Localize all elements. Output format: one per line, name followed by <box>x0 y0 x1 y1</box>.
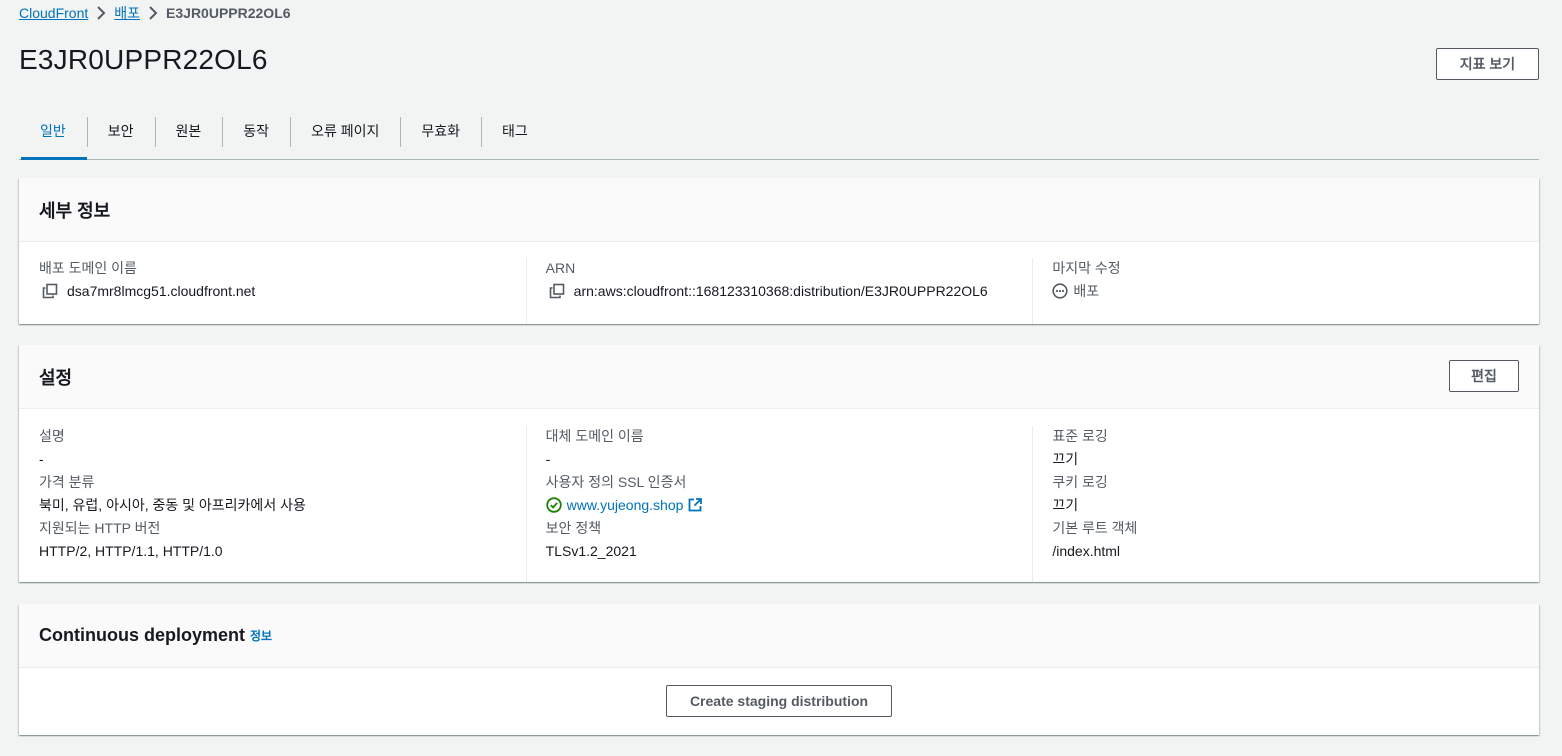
alt-domain-value: - <box>545 451 551 467</box>
ssl-cert-label: 사용자 정의 SSL 인증서 <box>545 474 687 490</box>
info-link[interactable]: 정보 <box>250 627 272 644</box>
tab-general[interactable]: 일반 <box>19 102 87 160</box>
in-progress-icon <box>1052 283 1068 299</box>
continuous-deployment-header: Continuous deployment 정보 <box>19 604 1539 668</box>
settings-title: 설정 <box>39 367 73 388</box>
http-versions-label: 지원되는 HTTP 버전 <box>39 520 161 536</box>
details-header: 세부 정보 <box>19 178 1539 242</box>
breadcrumb-distributions-link[interactable]: 배포 <box>114 3 140 23</box>
continuous-deployment-panel: Continuous deployment 정보 Create staging … <box>19 604 1539 735</box>
details-grid: 배포 도메인 이름 dsa7mr8lmcg51.cloudfront.net A… <box>19 242 1539 324</box>
chevron-right-icon <box>140 6 166 20</box>
standard-logging-label: 표준 로깅 <box>1052 428 1108 444</box>
breadcrumb-cloudfront-link[interactable]: CloudFront <box>19 5 88 21</box>
cookie-logging-label: 쿠키 로깅 <box>1052 474 1108 490</box>
details-col-domain: 배포 도메인 이름 dsa7mr8lmcg51.cloudfront.net <box>19 258 526 324</box>
page-title: E3JR0UPPR22OL6 <box>19 44 268 75</box>
tab-behaviors[interactable]: 동작 <box>222 102 290 159</box>
details-col-modified: 마지막 수정 배포 <box>1032 258 1539 324</box>
tab-invalidations[interactable]: 무효화 <box>400 102 481 159</box>
tab-error-pages[interactable]: 오류 페이지 <box>290 102 400 159</box>
tab-bar: 일반 보안 원본 동작 오류 페이지 무효화 태그 <box>19 102 1539 160</box>
breadcrumb-current: E3JR0UPPR22OL6 <box>166 5 291 21</box>
details-title: 세부 정보 <box>39 200 111 221</box>
arn-label: ARN <box>545 260 576 276</box>
settings-col-1: 설명 - 가격 분류 북미, 유럽, 아시아, 중동 및 아프리카에서 사용 지… <box>19 426 526 582</box>
ssl-cert-link[interactable]: www.yujeong.shop <box>567 495 684 515</box>
copy-icon[interactable] <box>549 283 565 299</box>
settings-header: 설정 편집 <box>19 345 1539 409</box>
continuous-deployment-title: Continuous deployment <box>39 625 245 645</box>
modified-value: 배포 <box>1073 283 1100 299</box>
copy-icon[interactable] <box>42 283 58 299</box>
settings-col-3: 표준 로깅 끄기 쿠키 로깅 끄기 기본 루트 객체 /index.html <box>1032 426 1539 582</box>
modified-label: 마지막 수정 <box>1052 260 1121 276</box>
alt-domain-label: 대체 도메인 이름 <box>545 428 644 444</box>
ssl-cert-row: www.yujeong.shop <box>545 495 1013 515</box>
edit-button[interactable]: 편집 <box>1449 360 1519 392</box>
cookie-logging-value: 끄기 <box>1052 497 1079 513</box>
domain-value: dsa7mr8lmcg51.cloudfront.net <box>67 283 256 299</box>
arn-value-row: arn:aws:cloudfront::168123310368:distrib… <box>546 281 1013 301</box>
create-staging-distribution-button[interactable]: Create staging distribution <box>666 685 892 717</box>
details-col-arn: ARN arn:aws:cloudfront::168123310368:dis… <box>525 258 1033 324</box>
price-class-value: 북미, 유럽, 아시아, 중동 및 아프리카에서 사용 <box>39 497 306 513</box>
standard-logging-value: 끄기 <box>1052 451 1079 467</box>
root-object-label: 기본 루트 객체 <box>1052 520 1138 536</box>
view-metrics-button[interactable]: 지표 보기 <box>1436 48 1539 80</box>
http-versions-value: HTTP/2, HTTP/1.1, HTTP/1.0 <box>39 543 223 559</box>
arn-value: arn:aws:cloudfront::168123310368:distrib… <box>573 283 988 299</box>
tab-origins[interactable]: 원본 <box>154 102 223 159</box>
external-link-icon[interactable] <box>687 497 703 513</box>
settings-panel: 설정 편집 설명 - 가격 분류 북미, 유럽, 아시아, 중동 및 아프리카에… <box>19 345 1539 582</box>
settings-col-2: 대체 도메인 이름 - 사용자 정의 SSL 인증서 www.yujeong.s… <box>525 426 1033 582</box>
tab-security[interactable]: 보안 <box>86 102 155 159</box>
tab-tags[interactable]: 태그 <box>481 102 549 159</box>
settings-grid: 설명 - 가격 분류 북미, 유럽, 아시아, 중동 및 아프리카에서 사용 지… <box>19 409 1539 582</box>
price-class-label: 가격 분류 <box>39 474 95 490</box>
details-panel: 세부 정보 배포 도메인 이름 dsa7mr8lmcg51.cloudfront… <box>19 178 1539 324</box>
security-policy-value: TLSv1.2_2021 <box>545 543 637 559</box>
description-value: - <box>39 451 44 467</box>
domain-label: 배포 도메인 이름 <box>39 260 137 276</box>
domain-value-row: dsa7mr8lmcg51.cloudfront.net <box>39 281 506 301</box>
security-policy-label: 보안 정책 <box>545 520 602 536</box>
description-label: 설명 <box>39 428 65 444</box>
modified-value-row: 배포 <box>1052 281 1519 301</box>
chevron-right-icon <box>88 6 114 20</box>
success-check-icon <box>545 497 562 513</box>
root-object-value: /index.html <box>1052 543 1121 559</box>
continuous-deployment-body: Create staging distribution <box>19 668 1539 734</box>
breadcrumb: CloudFront 배포 E3JR0UPPR22OL6 <box>19 4 291 22</box>
